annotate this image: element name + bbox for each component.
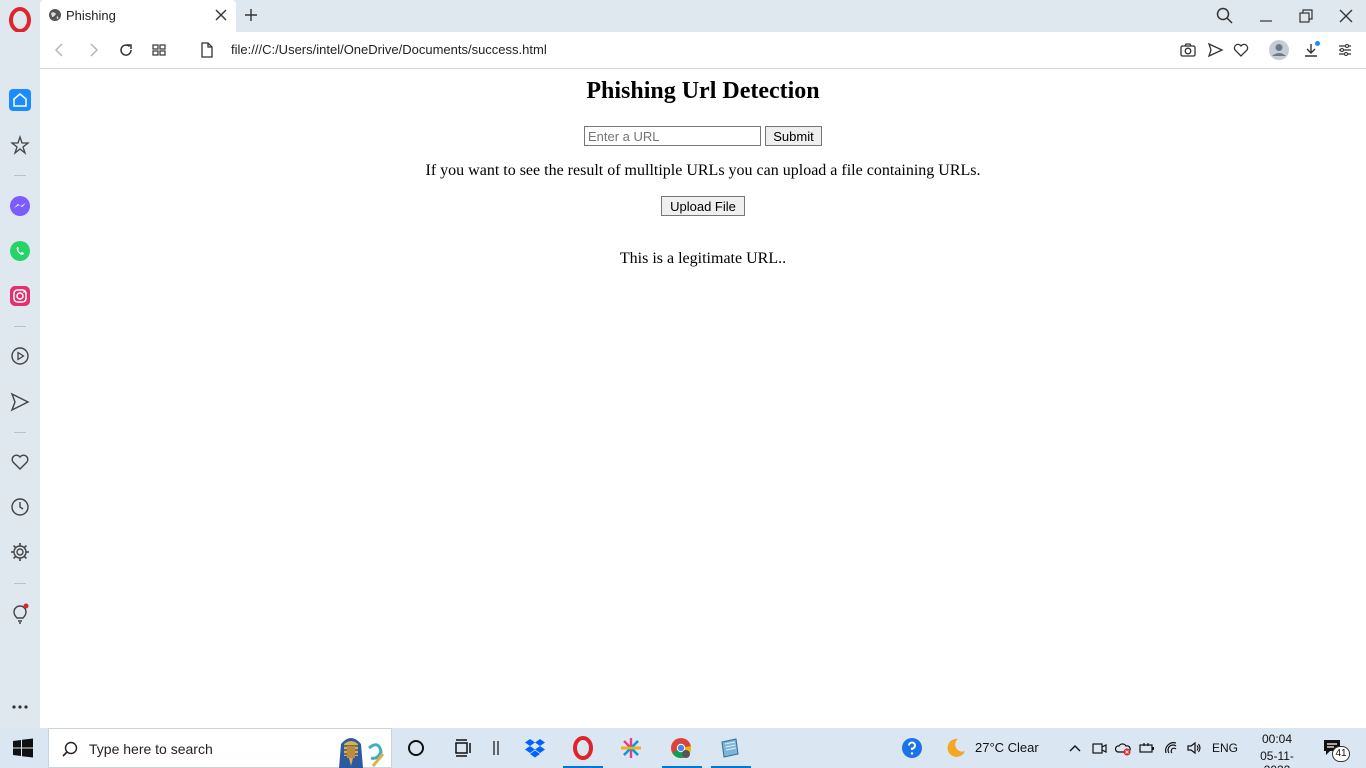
settings-gear-icon[interactable] — [9, 541, 31, 563]
easy-setup-icon[interactable] — [1336, 41, 1354, 59]
page-content: Phishing Url Detection Submit If you wan… — [40, 70, 1366, 728]
profile-avatar-icon[interactable] — [1268, 39, 1290, 61]
taskbar-search-box[interactable]: Type here to search — [48, 728, 392, 768]
bookmarks-heart-icon[interactable] — [9, 451, 31, 473]
address-bar: file:///C:/Users/intel/OneDrive/Document… — [40, 32, 1366, 69]
sidebar-divider — [14, 583, 26, 584]
tab-bar: Phishing — [0, 0, 1366, 34]
reload-icon[interactable] — [117, 41, 135, 59]
volume-icon[interactable] — [1186, 740, 1202, 756]
weather-widget[interactable]: 27°C Clear — [943, 737, 1053, 759]
globe-icon — [49, 9, 61, 21]
notepad-app-icon[interactable] — [718, 736, 742, 760]
tab-phishing[interactable]: Phishing — [40, 0, 236, 32]
cortana-icon[interactable] — [404, 736, 428, 760]
opera-taskbar-icon[interactable] — [571, 736, 595, 760]
heart-icon[interactable] — [1232, 41, 1250, 59]
search-icon — [62, 741, 78, 757]
file-icon — [201, 42, 213, 58]
whatsapp-icon[interactable] — [9, 240, 31, 262]
meet-now-icon[interactable] — [1091, 740, 1107, 756]
tabs-grid-icon[interactable] — [150, 41, 168, 59]
submit-button[interactable]: Submit — [765, 126, 822, 146]
wifi-icon[interactable] — [1163, 740, 1179, 756]
instagram-icon[interactable] — [9, 285, 31, 307]
new-tab-icon[interactable] — [243, 7, 259, 23]
moon-icon — [947, 738, 965, 757]
sidebar — [0, 32, 40, 728]
language-indicator[interactable]: ENG — [1212, 741, 1238, 755]
history-clock-icon[interactable] — [9, 496, 31, 518]
send-icon[interactable] — [1206, 41, 1224, 59]
back-icon[interactable] — [51, 41, 69, 59]
weather-text: 27°C Clear — [975, 740, 1039, 755]
sidebar-divider — [14, 432, 26, 433]
clock-date[interactable]: 05-11-2022 — [1248, 749, 1306, 768]
url-input[interactable] — [584, 126, 761, 146]
photos-pinwheel-icon[interactable] — [619, 736, 643, 760]
onedrive-error-icon[interactable] — [1115, 740, 1131, 756]
minimize-icon[interactable] — [1256, 6, 1276, 26]
flow-send-icon[interactable] — [9, 391, 31, 413]
taskbar-separator-icon — [493, 741, 499, 755]
help-icon[interactable] — [900, 736, 924, 760]
taskbar: Type here to search 27°C Clear ENG 00:04… — [0, 728, 1366, 768]
opera-logo-icon[interactable] — [6, 6, 34, 34]
page-title: Phishing Url Detection — [586, 78, 820, 104]
forward-icon[interactable] — [84, 41, 102, 59]
tab-title: Phishing — [66, 8, 116, 23]
close-tab-icon[interactable] — [214, 8, 228, 22]
restore-icon[interactable] — [1296, 6, 1316, 26]
action-center-button[interactable]: 41 — [1322, 738, 1350, 762]
clock-time[interactable]: 00:04 — [1248, 732, 1306, 746]
search-placeholder: Type here to search — [89, 741, 213, 757]
task-view-icon[interactable] — [451, 736, 475, 760]
sidebar-divider — [14, 326, 26, 327]
more-options-icon[interactable] — [9, 696, 31, 718]
snapshot-icon[interactable] — [1179, 41, 1197, 59]
sidebar-divider — [14, 175, 26, 176]
result-message: This is a legitimate URL.. — [619, 250, 787, 267]
home-icon[interactable] — [9, 89, 31, 111]
dropbox-icon[interactable] — [523, 736, 547, 760]
upload-info-text: If you want to see the result of mulltip… — [425, 162, 981, 179]
chrome-icon[interactable] — [669, 736, 693, 760]
messenger-icon[interactable] — [9, 195, 31, 217]
show-hidden-icons-chevron-icon[interactable] — [1067, 740, 1083, 756]
speed-dial-icon[interactable] — [9, 134, 31, 156]
upload-file-button[interactable]: Upload File — [661, 196, 745, 216]
tips-bulb-icon[interactable] — [9, 603, 31, 625]
close-window-icon[interactable] — [1336, 6, 1356, 26]
notification-count-badge: 41 — [1332, 746, 1350, 762]
search-highlight-pharaoh-icon — [339, 738, 385, 768]
tab-search-icon[interactable] — [1215, 6, 1235, 26]
address-field[interactable]: file:///C:/Users/intel/OneDrive/Document… — [231, 42, 547, 57]
player-icon[interactable] — [9, 345, 31, 367]
download-icon[interactable] — [1302, 41, 1320, 59]
windows-start-icon[interactable] — [12, 738, 34, 758]
battery-plug-icon[interactable] — [1139, 740, 1155, 756]
